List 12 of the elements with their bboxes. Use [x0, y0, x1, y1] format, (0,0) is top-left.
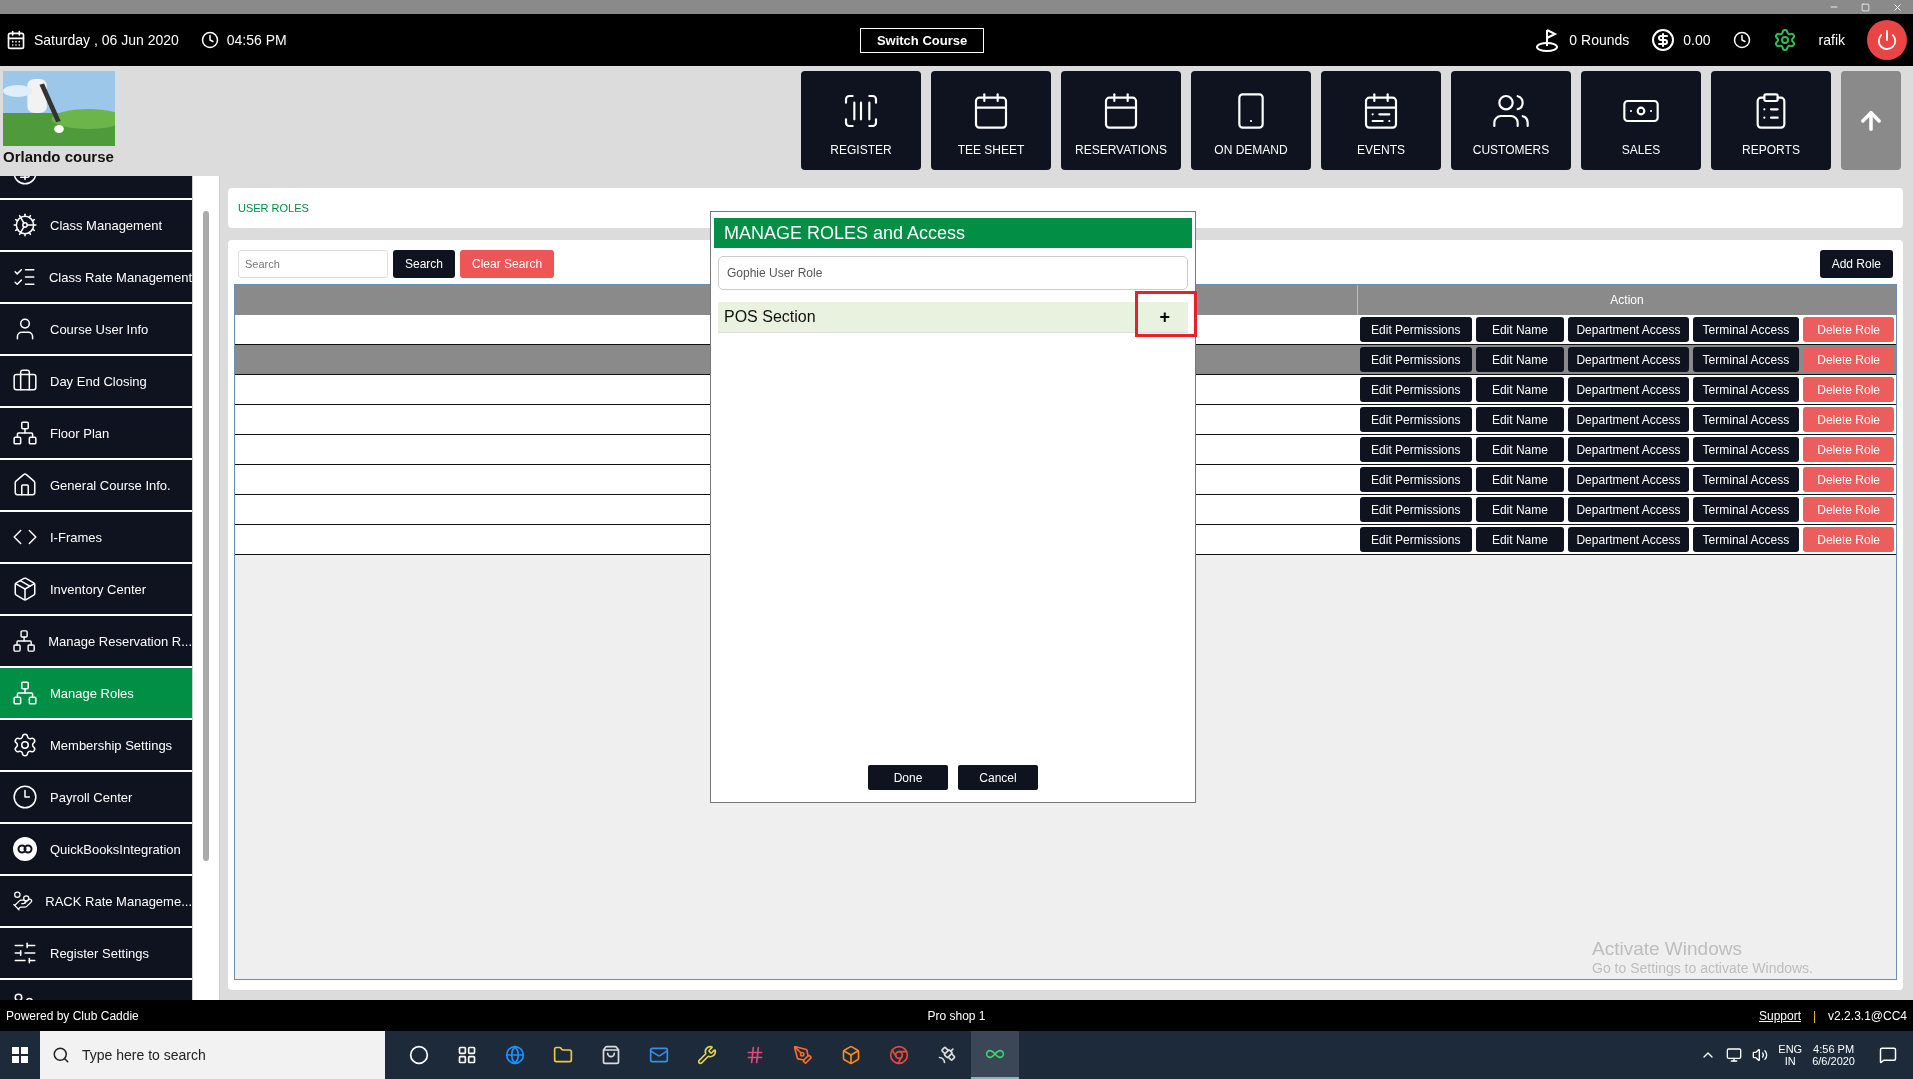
- date-text: Saturday , 06 Jun 2020: [34, 32, 179, 48]
- powered-by-text: Powered by Club Caddie: [6, 1008, 139, 1023]
- username-text: rafik: [1818, 32, 1845, 48]
- rounds-text: 0 Rounds: [1569, 32, 1630, 48]
- terminal-name: Pro shop 1: [927, 1008, 986, 1023]
- course-name: Orlando course: [3, 148, 115, 165]
- balance-text: 0.00: [1683, 32, 1711, 48]
- column-header: Action: [1609, 292, 1645, 309]
- separator-text: |: [1813, 1008, 1817, 1023]
- dialog-title: MANAGE ROLES and Access: [714, 218, 1192, 248]
- version-text: v2.2.3.1@CC4: [1828, 1008, 1907, 1023]
- time-text: 04:56 PM: [226, 32, 287, 48]
